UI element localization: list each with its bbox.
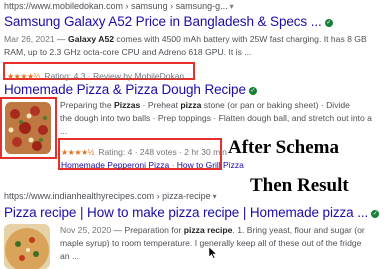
sitelink-grill[interactable]: How to Grill Pizza bbox=[177, 160, 244, 170]
annotation-after-schema: After Schema bbox=[228, 137, 339, 158]
menu-chevron-icon[interactable]: ▾ bbox=[213, 192, 217, 201]
pizza-thumbnail[interactable] bbox=[4, 224, 50, 269]
result-2-snippet: Preparing the Pizzas · Preheat pizza sto… bbox=[60, 100, 372, 136]
verified-check-icon: ✓ bbox=[248, 87, 257, 95]
pizza-thumbnail[interactable] bbox=[5, 102, 51, 154]
result-1-url[interactable]: https://www.mobiledokan.com › samsung › … bbox=[4, 1, 234, 11]
verified-check-icon: ✓ bbox=[324, 19, 333, 27]
star-rating-icon: ★★★★½ bbox=[7, 72, 40, 81]
mouse-cursor-icon bbox=[209, 247, 217, 259]
result-1-title[interactable]: Samsung Galaxy A52 Price in Bangladesh &… bbox=[4, 14, 333, 29]
result-2-title[interactable]: Homemade Pizza & Pizza Dough Recipe ✓ bbox=[4, 82, 257, 97]
verified-check-icon: ✓ bbox=[371, 210, 380, 218]
result-2-sitelinks: Homemade Pepperoni Pizza · How to Grill … bbox=[61, 160, 244, 170]
annotation-then-result: Then Result bbox=[250, 175, 349, 196]
result-1-snippet: Mar 26, 2021 — Galaxy A52 comes with 450… bbox=[4, 34, 367, 57]
menu-chevron-icon[interactable]: ▾ bbox=[230, 2, 234, 11]
sitelink-pepperoni[interactable]: Homemade Pepperoni Pizza bbox=[61, 160, 169, 170]
result-3-url[interactable]: https://www.indianhealthyrecipes.com › p… bbox=[4, 191, 217, 201]
result-3-title[interactable]: Pizza recipe | How to make pizza recipe … bbox=[4, 205, 380, 220]
